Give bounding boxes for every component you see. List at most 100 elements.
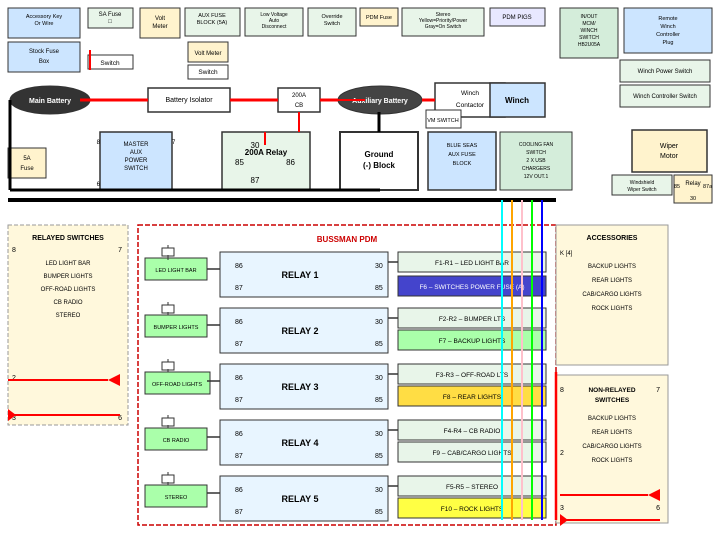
svg-text:REAR LIGHTS: REAR LIGHTS bbox=[592, 278, 632, 284]
svg-text:Winch: Winch bbox=[461, 90, 479, 97]
svg-text:F6 – SWITCHES POWER FUSE (A): F6 – SWITCHES POWER FUSE (A) bbox=[419, 284, 524, 291]
svg-text:ROCK LIGHTS: ROCK LIGHTS bbox=[592, 458, 633, 464]
svg-text:87: 87 bbox=[235, 509, 243, 516]
svg-text:RELAY 2: RELAY 2 bbox=[281, 326, 318, 336]
svg-text:BACKUP LIGHTS: BACKUP LIGHTS bbox=[588, 416, 636, 422]
svg-text:LED LIGHT BAR: LED LIGHT BAR bbox=[155, 268, 196, 274]
svg-text:RELAY 5: RELAY 5 bbox=[281, 494, 318, 504]
svg-text:85: 85 bbox=[375, 285, 383, 292]
svg-text:Volt Meter: Volt Meter bbox=[194, 51, 221, 57]
svg-text:RELAY 1: RELAY 1 bbox=[281, 270, 318, 280]
svg-text:RELAYED SWITCHES: RELAYED SWITCHES bbox=[32, 235, 104, 242]
svg-text:30: 30 bbox=[375, 263, 383, 270]
svg-text:12V OUT.1: 12V OUT.1 bbox=[524, 174, 549, 180]
svg-text:SWITCH: SWITCH bbox=[526, 150, 546, 156]
svg-text:F2-R2 – BUMPER LTS: F2-R2 – BUMPER LTS bbox=[439, 316, 506, 323]
svg-text:F4-R4 – CB RADIO: F4-R4 – CB RADIO bbox=[444, 428, 501, 435]
svg-text:STEREO: STEREO bbox=[56, 313, 81, 319]
svg-text:CHARGERS: CHARGERS bbox=[522, 166, 551, 172]
svg-text:Stock Fuse: Stock Fuse bbox=[29, 49, 60, 55]
svg-text:86: 86 bbox=[235, 375, 243, 382]
svg-text:(-) Block: (-) Block bbox=[363, 161, 396, 170]
svg-text:F10 – ROCK LIGHTS: F10 – ROCK LIGHTS bbox=[441, 506, 504, 513]
svg-text:Wiper: Wiper bbox=[660, 143, 679, 150]
svg-text:86: 86 bbox=[235, 431, 243, 438]
svg-text:87: 87 bbox=[235, 397, 243, 404]
svg-text:BLOCK: BLOCK bbox=[453, 161, 472, 167]
svg-text:RELAY 4: RELAY 4 bbox=[281, 438, 318, 448]
svg-text:□: □ bbox=[108, 19, 112, 25]
svg-text:STEREO: STEREO bbox=[165, 495, 188, 501]
svg-text:86: 86 bbox=[235, 487, 243, 494]
svg-text:Motor: Motor bbox=[660, 153, 679, 160]
svg-text:BUMPER LIGHTS: BUMPER LIGHTS bbox=[154, 325, 199, 331]
svg-text:200A Relay: 200A Relay bbox=[245, 148, 288, 157]
svg-text:Winch: Winch bbox=[505, 96, 529, 105]
svg-text:LED LIGHT BAR: LED LIGHT BAR bbox=[46, 261, 92, 267]
svg-text:8: 8 bbox=[560, 387, 564, 394]
svg-text:Plug: Plug bbox=[662, 40, 673, 46]
svg-text:CB RADIO: CB RADIO bbox=[163, 438, 190, 444]
svg-text:F1-R1 – LED LIGHT BAR: F1-R1 – LED LIGHT BAR bbox=[435, 260, 509, 267]
svg-text:85: 85 bbox=[375, 509, 383, 516]
svg-text:SWITCH: SWITCH bbox=[124, 166, 148, 172]
svg-text:85: 85 bbox=[674, 184, 680, 190]
svg-text:IN/OUT: IN/OUT bbox=[581, 14, 598, 20]
svg-text:3: 3 bbox=[560, 505, 564, 512]
svg-text:SA Fuse: SA Fuse bbox=[99, 12, 122, 18]
svg-text:ACCESSORIES: ACCESSORIES bbox=[587, 235, 638, 242]
svg-text:Box: Box bbox=[39, 59, 49, 65]
svg-text:F8 – REAR LIGHTS: F8 – REAR LIGHTS bbox=[443, 394, 502, 401]
svg-text:Battery Isolator: Battery Isolator bbox=[165, 97, 213, 104]
svg-text:Contactor: Contactor bbox=[456, 102, 485, 109]
svg-text:PDM Fuse: PDM Fuse bbox=[366, 15, 392, 21]
svg-text:30: 30 bbox=[375, 319, 383, 326]
svg-text:K [4]: K [4] bbox=[560, 251, 573, 257]
svg-text:Wiper Switch: Wiper Switch bbox=[627, 187, 656, 193]
svg-text:SWITCH: SWITCH bbox=[579, 35, 599, 41]
svg-text:Remote: Remote bbox=[658, 16, 677, 22]
svg-text:AUX FUSE: AUX FUSE bbox=[448, 152, 476, 158]
svg-text:86: 86 bbox=[286, 158, 295, 167]
svg-text:Or Wire: Or Wire bbox=[35, 21, 54, 27]
svg-text:Winch Controller Switch: Winch Controller Switch bbox=[633, 94, 697, 100]
svg-text:Controller: Controller bbox=[656, 32, 680, 38]
svg-text:30: 30 bbox=[690, 196, 696, 202]
svg-text:6: 6 bbox=[118, 415, 122, 422]
svg-text:AUX FUSE: AUX FUSE bbox=[198, 13, 226, 19]
svg-text:Ground: Ground bbox=[365, 150, 394, 159]
svg-text:F5-R5 – STEREO: F5-R5 – STEREO bbox=[446, 484, 498, 491]
svg-text:Main Battery: Main Battery bbox=[29, 98, 71, 105]
svg-text:ROCK LIGHTS: ROCK LIGHTS bbox=[592, 306, 633, 312]
svg-text:SWITCHES: SWITCHES bbox=[595, 397, 630, 404]
svg-text:Meter: Meter bbox=[152, 24, 167, 30]
svg-text:86: 86 bbox=[235, 319, 243, 326]
svg-text:CAB/CARGO LIGHTS: CAB/CARGO LIGHTS bbox=[582, 444, 641, 450]
svg-text:5A: 5A bbox=[23, 156, 30, 162]
svg-text:Switch: Switch bbox=[100, 60, 120, 67]
svg-text:2: 2 bbox=[560, 450, 564, 457]
svg-text:2 X USB: 2 X USB bbox=[526, 158, 546, 164]
svg-text:85: 85 bbox=[375, 341, 383, 348]
svg-text:F3-R3 – OFF-ROAD LTS: F3-R3 – OFF-ROAD LTS bbox=[436, 372, 509, 379]
svg-text:AUX: AUX bbox=[130, 150, 142, 156]
svg-text:85: 85 bbox=[235, 158, 244, 167]
svg-text:BLUE SEAS: BLUE SEAS bbox=[447, 143, 478, 149]
svg-text:CB: CB bbox=[295, 103, 303, 109]
svg-text:87: 87 bbox=[235, 453, 243, 460]
svg-text:F7 – BACKUP LIGHTS: F7 – BACKUP LIGHTS bbox=[439, 338, 506, 345]
svg-text:VM SWITCH: VM SWITCH bbox=[427, 118, 458, 124]
svg-text:OFF-ROAD LIGHTS: OFF-ROAD LIGHTS bbox=[41, 287, 96, 293]
svg-text:86: 86 bbox=[235, 263, 243, 270]
svg-text:87: 87 bbox=[235, 341, 243, 348]
svg-text:MASTER: MASTER bbox=[123, 142, 149, 148]
svg-text:87: 87 bbox=[235, 285, 243, 292]
svg-text:30: 30 bbox=[375, 431, 383, 438]
svg-text:Disconnect: Disconnect bbox=[262, 24, 287, 30]
svg-text:Gray=On Switch: Gray=On Switch bbox=[425, 24, 462, 30]
svg-text:6: 6 bbox=[656, 505, 660, 512]
svg-text:87a: 87a bbox=[703, 184, 713, 190]
svg-text:BUSSMAN PDM: BUSSMAN PDM bbox=[317, 235, 378, 244]
svg-text:Accessory Key: Accessory Key bbox=[26, 14, 63, 20]
svg-text:PDM PIGS: PDM PIGS bbox=[502, 15, 531, 21]
